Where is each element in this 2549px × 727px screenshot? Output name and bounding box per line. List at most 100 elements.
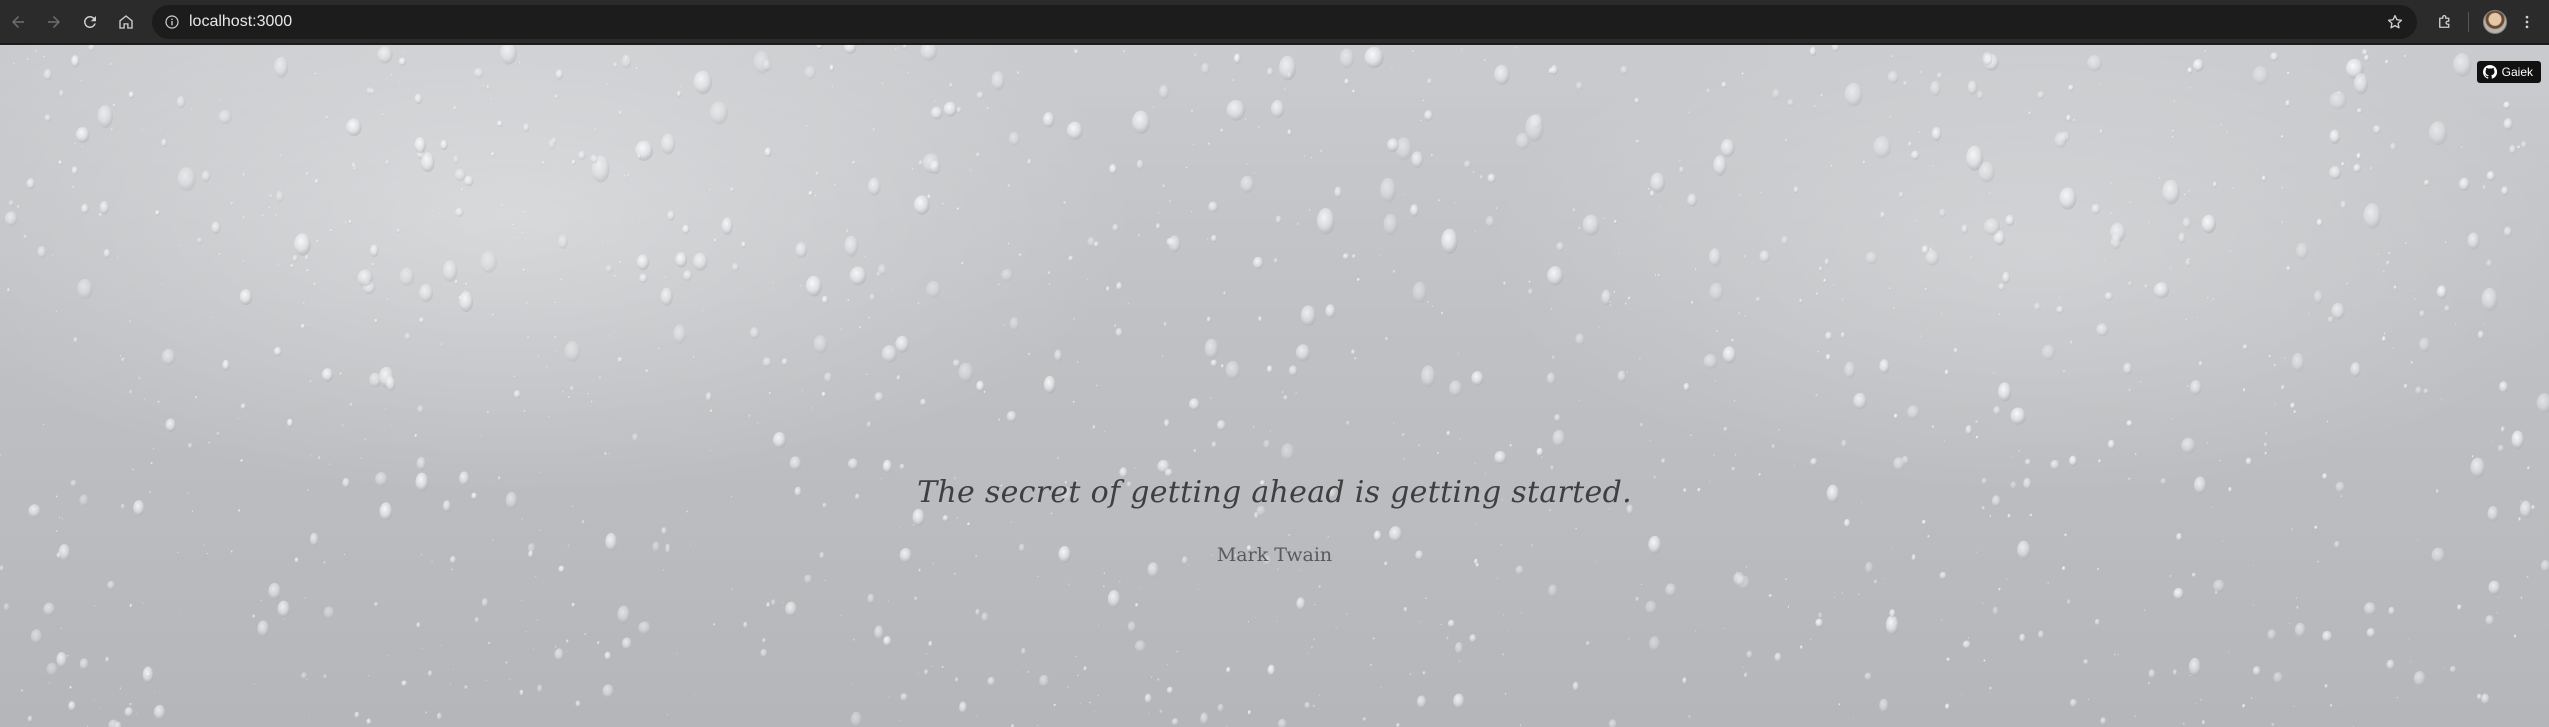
raindrop <box>2189 86 2192 90</box>
home-button[interactable] <box>112 8 140 36</box>
raindrop <box>1252 426 1255 429</box>
raindrop <box>1998 587 2001 592</box>
reload-button[interactable] <box>76 8 104 36</box>
raindrop <box>306 678 308 681</box>
raindrop <box>1204 338 1219 360</box>
raindrop <box>2110 212 2113 215</box>
raindrop <box>1096 384 1098 387</box>
raindrop <box>1768 594 1773 598</box>
raindrop <box>1818 266 1823 272</box>
raindrop <box>1086 279 1089 281</box>
raindrop <box>853 638 856 642</box>
extensions-button[interactable] <box>2431 8 2459 36</box>
browser-menu-button[interactable] <box>2513 8 2541 36</box>
raindrop <box>1683 382 1690 391</box>
raindrop <box>852 160 856 165</box>
raindrop <box>354 272 356 275</box>
raindrop <box>2200 698 2203 702</box>
raindrop <box>2138 45 2140 47</box>
raindrop <box>2419 337 2430 353</box>
raindrop <box>559 278 563 281</box>
raindrop <box>1760 191 1763 195</box>
raindrop <box>152 448 155 451</box>
raindrop <box>157 400 160 404</box>
raindrop <box>2457 604 2462 611</box>
raindrop <box>983 390 986 394</box>
profile-avatar[interactable] <box>2483 10 2507 34</box>
raindrop <box>590 400 593 404</box>
raindrop <box>1469 634 1477 643</box>
raindrop <box>743 621 748 629</box>
raindrop <box>1998 313 2001 316</box>
raindrop <box>1042 112 1055 128</box>
raindrop <box>1393 422 1395 425</box>
raindrop <box>7 288 10 293</box>
raindrop <box>1572 681 1579 692</box>
raindrop <box>1585 641 1591 646</box>
raindrop <box>387 654 389 657</box>
raindrop <box>1303 154 1306 158</box>
github-link-badge[interactable]: Gaiek <box>2476 61 2541 83</box>
address-bar[interactable]: localhost:3000 <box>152 5 2417 39</box>
raindrop <box>920 45 938 62</box>
raindrop <box>88 45 95 52</box>
raindrop <box>893 343 896 345</box>
raindrop <box>71 166 78 175</box>
raindrop <box>419 284 434 303</box>
raindrop <box>52 254 54 257</box>
raindrop <box>1709 282 1724 302</box>
raindrop <box>731 588 733 591</box>
raindrop <box>1946 657 1951 662</box>
raindrop <box>874 392 884 403</box>
site-info-button[interactable] <box>160 10 184 34</box>
raindrop <box>371 262 375 267</box>
raindrop <box>1582 214 1600 236</box>
raindrop <box>1941 312 1943 315</box>
raindrop <box>1054 349 1062 362</box>
raindrop <box>167 133 169 136</box>
raindrop <box>30 629 43 644</box>
raindrop <box>2069 698 2078 708</box>
raindrop <box>305 171 309 177</box>
raindrop <box>1171 718 1179 726</box>
raindrop <box>323 674 327 679</box>
raindrop <box>523 123 530 132</box>
github-badge-label[interactable]: Gaiek <box>2502 61 2533 83</box>
raindrop <box>219 99 222 103</box>
raindrop <box>94 604 96 607</box>
raindrop <box>1266 365 1273 374</box>
bookmark-button[interactable] <box>2383 10 2407 34</box>
forward-button[interactable] <box>40 8 68 36</box>
raindrop <box>128 389 133 395</box>
raindrop <box>1206 316 1211 323</box>
raindrop <box>2196 316 2199 319</box>
raindrop <box>211 316 214 319</box>
raindrop <box>2171 129 2175 133</box>
raindrop <box>323 606 335 620</box>
raindrop <box>1362 717 1367 722</box>
raindrop <box>1152 106 1155 109</box>
raindrop <box>858 326 862 329</box>
raindrop <box>537 354 540 358</box>
raindrop <box>178 244 181 247</box>
url-text[interactable]: localhost:3000 <box>189 5 292 39</box>
raindrop <box>815 171 820 177</box>
raindrop <box>1598 326 1600 329</box>
raindrop <box>396 228 401 233</box>
raindrop <box>513 375 516 378</box>
raindrop <box>2488 580 2501 595</box>
raindrop <box>1339 48 1355 69</box>
raindrop <box>1270 100 1285 118</box>
back-button[interactable] <box>4 8 32 36</box>
raindrop <box>613 62 618 68</box>
raindrop <box>1744 254 1747 259</box>
raindrop <box>2267 629 2277 641</box>
raindrop <box>1547 266 1564 286</box>
raindrop <box>1649 190 1655 198</box>
raindrop <box>976 380 985 392</box>
raindrop <box>1977 90 1984 100</box>
raindrop <box>1063 201 1067 205</box>
raindrop <box>12 62 15 66</box>
raindrop <box>844 235 859 257</box>
raindrop <box>366 718 372 725</box>
